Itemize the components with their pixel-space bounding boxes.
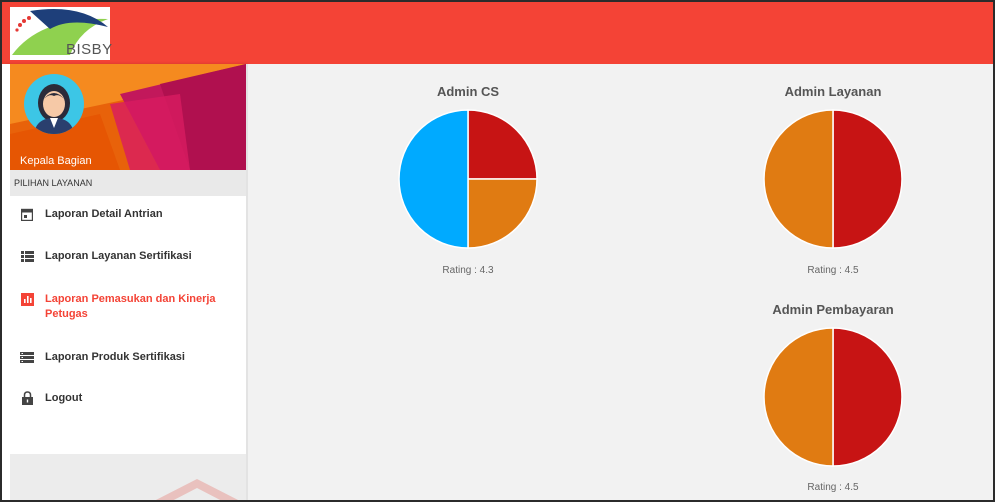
pie-slice-1 <box>467 178 538 249</box>
rating-text: Rating : 4.5 <box>807 482 859 493</box>
user-avatar-icon <box>34 84 74 134</box>
app-logo[interactable]: BISBY <box>10 7 113 60</box>
main-content: Admin CS Rating : 4.3 Admin Layanan Rati… <box>248 64 993 500</box>
sidebar-item-label: Laporan Layanan Sertifikasi <box>45 250 192 262</box>
chart-title: Admin Pembayaran <box>772 302 894 317</box>
sidebar-item-laporan-produk-sertifikasi[interactable]: Laporan Produk Sertifikasi <box>10 350 246 365</box>
sidebar-item-label: Laporan Detail Antrian <box>45 208 163 220</box>
sidebar-item-label: Laporan Produk Sertifikasi <box>45 351 185 363</box>
sidebar-item-logout[interactable]: Logout <box>10 391 246 406</box>
pie-slice-0 <box>832 109 903 249</box>
sidebar-item-label: Laporan Pemasukan dan Kinerja Petugas <box>45 292 216 322</box>
pie-chart-admin-cs <box>398 109 538 249</box>
pie-chart-admin-layanan <box>763 109 903 249</box>
chart-title: Admin Layanan <box>784 84 882 99</box>
pie-slice-1 <box>763 109 834 249</box>
storage-icon <box>20 350 34 364</box>
top-bar: BISBY <box>2 2 993 64</box>
lock-icon <box>20 391 34 405</box>
rating-text: Rating : 4.5 <box>807 265 859 276</box>
sidebar-item-laporan-pemasukan[interactable]: Laporan Pemasukan dan Kinerja Petugas <box>10 292 246 322</box>
rating-text: Rating : 4.3 <box>442 265 494 276</box>
sidebar-item-laporan-layanan-sertifikasi[interactable]: Laporan Layanan Sertifikasi <box>10 249 246 264</box>
sidebar-item-label: Logout <box>45 392 83 404</box>
sidebar-item-laporan-detail-antrian[interactable]: Laporan Detail Antrian <box>10 207 246 222</box>
pie-slice-2 <box>398 109 469 249</box>
list-icon <box>20 249 34 263</box>
bar-chart-icon <box>20 292 34 306</box>
label-line-2: Petugas <box>45 308 88 320</box>
app-window: BISBY Kepala Bagian PILIHAN LAYANAN Lapo… <box>0 0 995 502</box>
pie-slice-0 <box>467 109 538 180</box>
pie-chart-admin-pembayaran <box>763 327 903 467</box>
avatar <box>24 74 84 134</box>
pie-slice-0 <box>832 327 903 467</box>
watermark-logo <box>155 479 239 500</box>
label-line-1: Laporan Pemasukan dan Kinerja <box>45 293 216 305</box>
calendar-icon <box>20 207 34 221</box>
user-role: Kepala Bagian <box>20 155 92 167</box>
section-label: PILIHAN LAYANAN <box>10 170 246 196</box>
sidebar: Kepala Bagian PILIHAN LAYANAN Laporan De… <box>2 64 246 500</box>
logo-text: BISBY <box>66 41 113 58</box>
chart-title: Admin CS <box>436 84 500 99</box>
pie-slice-1 <box>763 327 834 467</box>
profile-banner: Kepala Bagian <box>10 64 246 170</box>
